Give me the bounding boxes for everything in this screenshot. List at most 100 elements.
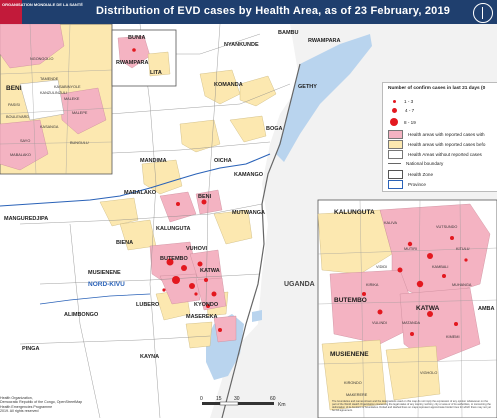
- scale-unit: Km: [278, 402, 286, 408]
- logo-text: ORGANISATION MONDIALE DE LA SANTÉ: [2, 2, 83, 7]
- legend-label: 4 - 7: [405, 108, 415, 113]
- beni-area-label: PASISI: [8, 103, 20, 107]
- legend-item-white: Health Areas without reported cases: [388, 150, 482, 159]
- footer-credits: Health Organization, Democratic Republic…: [0, 396, 120, 418]
- legend-title: Number of confirm cases in last 21 days …: [388, 86, 486, 91]
- province-label: NORD-KIVU: [88, 281, 125, 288]
- who-logo-badge: ORGANISATION MONDIALE DE LA SANTÉ: [0, 0, 83, 24]
- country-label: UGANDA: [284, 281, 315, 288]
- label-katwa: KATWA: [200, 268, 220, 274]
- butembo-area-label: MAKERERE: [346, 393, 368, 397]
- beni-area-label: SAYO: [20, 139, 30, 143]
- legend-item-province: Province: [388, 180, 426, 189]
- beni-area-label: BUNGULU: [70, 141, 89, 145]
- butembo-area-label: KIRIKA: [366, 283, 379, 287]
- legend-label: Health Zone: [408, 172, 434, 177]
- inset-butembo-katwa: [317, 199, 497, 418]
- zone-box-icon: [388, 170, 403, 179]
- scale-bar: 0 15 30 60 Km: [200, 396, 286, 408]
- legend-item-yellow: Health areas with reported cases befo: [388, 140, 485, 149]
- label-kamango: KAMANGO: [234, 172, 264, 178]
- inset-label-kalunguta: KALUNGUTA: [334, 209, 375, 216]
- legend-label: Health Areas without reported cases: [408, 152, 482, 157]
- butembo-area-label: VULINDI: [372, 321, 387, 325]
- label-rwampara: RWAMPARA: [308, 38, 341, 44]
- legend-item-pink: Health areas with reported cases with: [388, 130, 485, 139]
- legend-label: National boundary: [406, 161, 444, 166]
- legend-label: Province: [408, 182, 426, 187]
- butembo-area-label: KALIVA: [384, 221, 397, 225]
- map-disclaimer: The boundaries and names shown and the d…: [332, 400, 491, 413]
- yellow-swatch-icon: [388, 140, 403, 149]
- label-masereka: MASEREKA: [186, 314, 218, 320]
- butembo-area-label: MUTIRI: [404, 247, 417, 251]
- inset-label-musienene: MUSIENENE: [330, 351, 369, 358]
- label-gethy: GETHY: [298, 84, 317, 90]
- label-beni: BENI: [198, 194, 212, 200]
- label-lita: LITA: [150, 70, 162, 76]
- butembo-area-label: VIDIDI: [376, 265, 387, 269]
- footer-line: 2019. All rights reserved: [0, 408, 39, 413]
- label-vuhovi: VUHOVI: [186, 246, 208, 252]
- legend-label: 1 - 3: [404, 99, 414, 104]
- label-nyankunde: NYANKUNDE: [224, 42, 259, 48]
- butembo-area-label: KIMEMI: [446, 335, 460, 339]
- dot-small-icon: [393, 100, 396, 103]
- lake-george: [252, 310, 262, 322]
- legend-item-medium-dot: 4 - 7: [388, 108, 414, 113]
- butembo-area-label: KAMBALI: [432, 265, 448, 269]
- butembo-area-label: KITULU: [456, 247, 470, 251]
- dot-large-icon: [390, 118, 398, 126]
- beni-area-label: TAMENDE: [40, 77, 59, 81]
- beni-area-label: MALEKE: [64, 97, 80, 101]
- label-boga: BOGA: [266, 126, 283, 132]
- label-mabalako: MABALAKO: [124, 190, 157, 196]
- white-swatch-icon: [388, 150, 403, 159]
- label-musienene: MUSIENENE: [88, 270, 121, 276]
- label-kayna: KAYNA: [140, 354, 159, 360]
- beni-area-label: BOULEVARD: [6, 115, 29, 119]
- label-pinga: PINGA: [22, 346, 39, 352]
- legend-label: 8 - 19: [404, 119, 416, 125]
- scale-tick: 0: [200, 396, 203, 402]
- beni-area-label: MALEPE: [72, 111, 88, 115]
- legend-label: Health areas with reported cases befo: [408, 142, 486, 147]
- label-lubero: LUBERO: [136, 302, 160, 308]
- scale-tick: 30: [234, 396, 240, 402]
- beni-area-label: MABALAKO: [10, 153, 31, 157]
- label-oicha: OICHA: [214, 158, 232, 164]
- label-mandima: MANDIMA: [140, 158, 167, 164]
- label-butembo: BUTEMBO: [160, 256, 189, 262]
- inset-label-katwa: KATWA: [416, 305, 440, 312]
- title-bar: ORGANISATION MONDIALE DE LA SANTÉ Distri…: [0, 0, 497, 24]
- label-rwampara-inset: RWAMPARA: [116, 60, 149, 66]
- beni-area-label: KASANGA: [40, 125, 59, 129]
- dot-medium-icon: [392, 108, 397, 113]
- national-line-icon: [388, 163, 401, 164]
- inset-label-butembo: BUTEMBO: [334, 297, 367, 304]
- who-emblem-icon: [473, 3, 493, 23]
- butembo-area-label: VUTSUNDO: [436, 225, 457, 229]
- butembo-area-label: MUHANGA: [452, 283, 472, 287]
- butembo-area-label: KIRONDO: [344, 381, 362, 385]
- pink-swatch-icon: [388, 130, 403, 139]
- label-alimbongo: ALIMBONGO: [64, 312, 99, 318]
- legend-item-large-dot: 8 - 19: [388, 118, 416, 126]
- legend-item-national: National boundary: [388, 161, 443, 166]
- map-title: Distribution of EVD cases by Health Area…: [96, 5, 451, 17]
- province-box-icon: [388, 180, 403, 189]
- beni-area-label: NGONGOLIO: [30, 57, 53, 61]
- label-bambu: BAMBU: [278, 30, 298, 36]
- label-mutwanga: MUTWANGA: [232, 210, 265, 216]
- label-biena: BIENA: [116, 240, 133, 246]
- inset-label-amba: AMBA: [478, 306, 495, 312]
- beni-area-label: KASABINYOLE: [54, 85, 81, 89]
- label-kalunguta: KALUNGUTA: [156, 226, 190, 232]
- label-bunia: BUNIA: [128, 35, 145, 41]
- scale-tick: 60: [270, 396, 276, 402]
- inset-label-beni: BENI: [6, 85, 22, 92]
- label-kyondo: KYONDO: [194, 302, 219, 308]
- beni-area-label: KANZULINZULI: [40, 91, 67, 95]
- scale-tick: 15: [216, 396, 222, 402]
- legend-item-zone: Health Zone: [388, 170, 433, 179]
